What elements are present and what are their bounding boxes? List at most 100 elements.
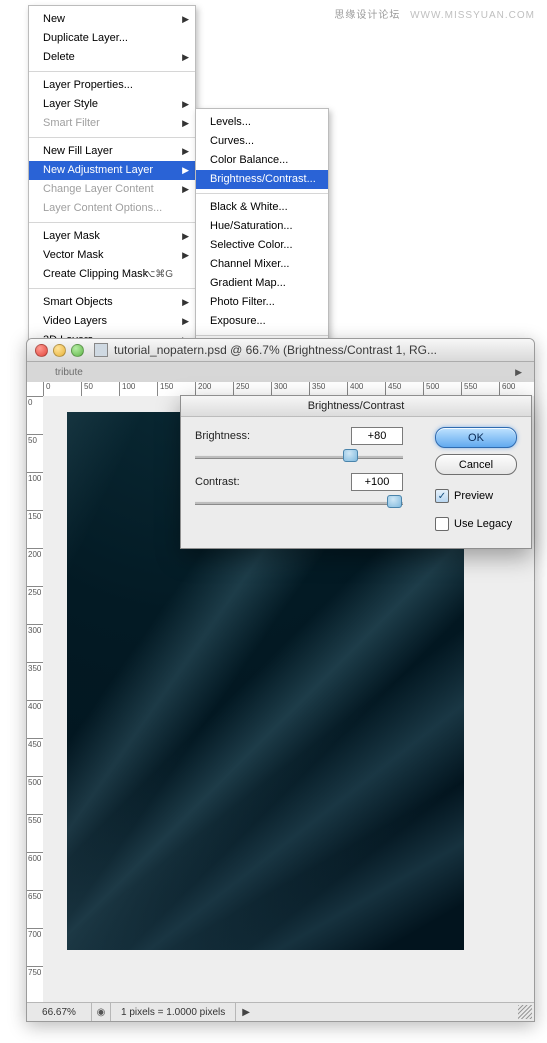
menu-item[interactable]: Levels... xyxy=(196,113,328,132)
menu-item[interactable]: Channel Mixer... xyxy=(196,255,328,274)
ruler-tick: 350 xyxy=(27,662,44,673)
submenu-arrow-icon: ▶ xyxy=(182,295,189,310)
close-window-button[interactable] xyxy=(35,344,48,357)
watermark-en: WWW.MISSYUAN.COM xyxy=(410,10,535,21)
zoom-field[interactable]: 66.67% xyxy=(27,1003,92,1021)
menu-item: Smart Filter▶ xyxy=(29,114,195,133)
ruler-tick: 100 xyxy=(27,472,44,483)
menu-item[interactable]: Delete▶ xyxy=(29,48,195,67)
brightness-input[interactable]: +80 xyxy=(351,427,403,445)
ruler-tick: 500 xyxy=(27,776,44,787)
window-title: tutorial_nopatern.psd @ 66.7% (Brightnes… xyxy=(114,343,534,357)
ruler-tick: 550 xyxy=(461,382,477,396)
submenu-arrow-icon: ▶ xyxy=(182,163,189,178)
options-bar-arrow-icon[interactable]: ▶ xyxy=(515,367,522,378)
ruler-origin[interactable] xyxy=(27,382,44,397)
ruler-tick: 150 xyxy=(157,382,173,396)
ruler-tick: 100 xyxy=(119,382,135,396)
ruler-tick: 200 xyxy=(195,382,211,396)
menu-item[interactable]: Duplicate Layer... xyxy=(29,29,195,48)
checkbox-icon: ✓ xyxy=(435,489,449,503)
ruler-tick: 50 xyxy=(81,382,93,396)
contrast-input[interactable]: +100 xyxy=(351,473,403,491)
ruler-tick: 650 xyxy=(27,890,44,901)
vertical-ruler[interactable]: 0501001502002503003504004505005506006507… xyxy=(27,396,44,1003)
ruler-tick: 150 xyxy=(27,510,44,521)
ruler-tick: 200 xyxy=(27,548,44,559)
menu-item[interactable]: New Adjustment Layer▶ xyxy=(29,161,195,180)
zoom-window-button[interactable] xyxy=(71,344,84,357)
menu-item[interactable]: Create Clipping Mask⌥⌘G xyxy=(29,265,195,284)
contrast-label: Contrast: xyxy=(195,476,277,488)
ruler-tick: 400 xyxy=(347,382,363,396)
submenu-arrow-icon: ▶ xyxy=(182,314,189,329)
menu-item[interactable]: Smart Objects▶ xyxy=(29,293,195,312)
menu-item[interactable]: Hue/Saturation... xyxy=(196,217,328,236)
brightness-slider[interactable] xyxy=(195,449,411,463)
menu-item[interactable]: Curves... xyxy=(196,132,328,151)
submenu-arrow-icon: ▶ xyxy=(182,182,189,197)
menu-item[interactable]: Photo Filter... xyxy=(196,293,328,312)
watermark-cn: 思缘设计论坛 xyxy=(334,10,400,21)
ruler-tick: 450 xyxy=(27,738,44,749)
cancel-button[interactable]: Cancel xyxy=(435,454,517,475)
menu-item[interactable]: Layer Style▶ xyxy=(29,95,195,114)
resize-handle-icon[interactable] xyxy=(518,1005,532,1019)
menu-item: Change Layer Content▶ xyxy=(29,180,195,199)
submenu-arrow-icon: ▶ xyxy=(182,97,189,112)
status-info[interactable]: 1 pixels = 1.0000 pixels xyxy=(111,1003,236,1021)
menu-item[interactable]: New▶ xyxy=(29,10,195,29)
ruler-tick: 0 xyxy=(27,396,44,407)
menu-item[interactable]: Brightness/Contrast... xyxy=(196,170,328,189)
ruler-tick: 500 xyxy=(423,382,439,396)
menu-item[interactable]: Exposure... xyxy=(196,312,328,331)
ruler-tick: 750 xyxy=(27,966,44,977)
status-popup-icon[interactable]: ◉ xyxy=(92,1003,111,1021)
menu-item[interactable]: Video Layers▶ xyxy=(29,312,195,331)
status-bar: 66.67% ◉ 1 pixels = 1.0000 pixels ▶ xyxy=(27,1002,534,1021)
menu-item[interactable]: Black & White... xyxy=(196,198,328,217)
menu-item[interactable]: Vector Mask▶ xyxy=(29,246,195,265)
ruler-tick: 700 xyxy=(27,928,44,939)
ruler-tick: 350 xyxy=(309,382,325,396)
window-titlebar[interactable]: tutorial_nopatern.psd @ 66.7% (Brightnes… xyxy=(27,339,534,362)
ruler-tick: 550 xyxy=(27,814,44,825)
contrast-slider[interactable] xyxy=(195,495,411,509)
submenu-arrow-icon: ▶ xyxy=(182,248,189,263)
checkbox-icon xyxy=(435,517,449,531)
brightness-label: Brightness: xyxy=(195,430,277,442)
menu-item[interactable]: Selective Color... xyxy=(196,236,328,255)
use-legacy-checkbox[interactable]: Use Legacy xyxy=(435,517,517,531)
options-bar: tribute ▶ xyxy=(27,362,534,383)
submenu-arrow-icon: ▶ xyxy=(182,12,189,27)
watermark: 思缘设计论坛 WWW.MISSYUAN.COM xyxy=(334,6,535,21)
ruler-tick: 50 xyxy=(27,434,44,445)
document-proxy-icon[interactable] xyxy=(94,343,108,357)
preview-label: Preview xyxy=(454,490,493,502)
preview-checkbox[interactable]: ✓ Preview xyxy=(435,489,517,503)
submenu-arrow-icon: ▶ xyxy=(182,229,189,244)
ruler-tick: 600 xyxy=(499,382,515,396)
ruler-tick: 250 xyxy=(27,586,44,597)
menu-item[interactable]: New Fill Layer▶ xyxy=(29,142,195,161)
minimize-window-button[interactable] xyxy=(53,344,66,357)
ok-button[interactable]: OK xyxy=(435,427,517,448)
menu-item[interactable]: Layer Mask▶ xyxy=(29,227,195,246)
ruler-tick: 450 xyxy=(385,382,401,396)
ruler-tick: 400 xyxy=(27,700,44,711)
submenu-arrow-icon: ▶ xyxy=(182,50,189,65)
menu-item[interactable]: Gradient Map... xyxy=(196,274,328,293)
ruler-tick: 300 xyxy=(27,624,44,635)
brightness-contrast-dialog: Brightness/Contrast Brightness: +80 Cont… xyxy=(180,395,532,549)
menu-item[interactable]: Layer Properties... xyxy=(29,76,195,95)
submenu-arrow-icon: ▶ xyxy=(182,144,189,159)
menu-item: Layer Content Options... xyxy=(29,199,195,218)
ruler-tick: 250 xyxy=(233,382,249,396)
dialog-title: Brightness/Contrast xyxy=(181,396,531,417)
ruler-tick: 0 xyxy=(43,382,50,396)
ruler-tick: 300 xyxy=(271,382,287,396)
status-info-arrow-icon[interactable]: ▶ xyxy=(236,1007,256,1018)
menu-item[interactable]: Color Balance... xyxy=(196,151,328,170)
traffic-light-buttons xyxy=(35,344,84,357)
submenu-arrow-icon: ▶ xyxy=(182,116,189,131)
